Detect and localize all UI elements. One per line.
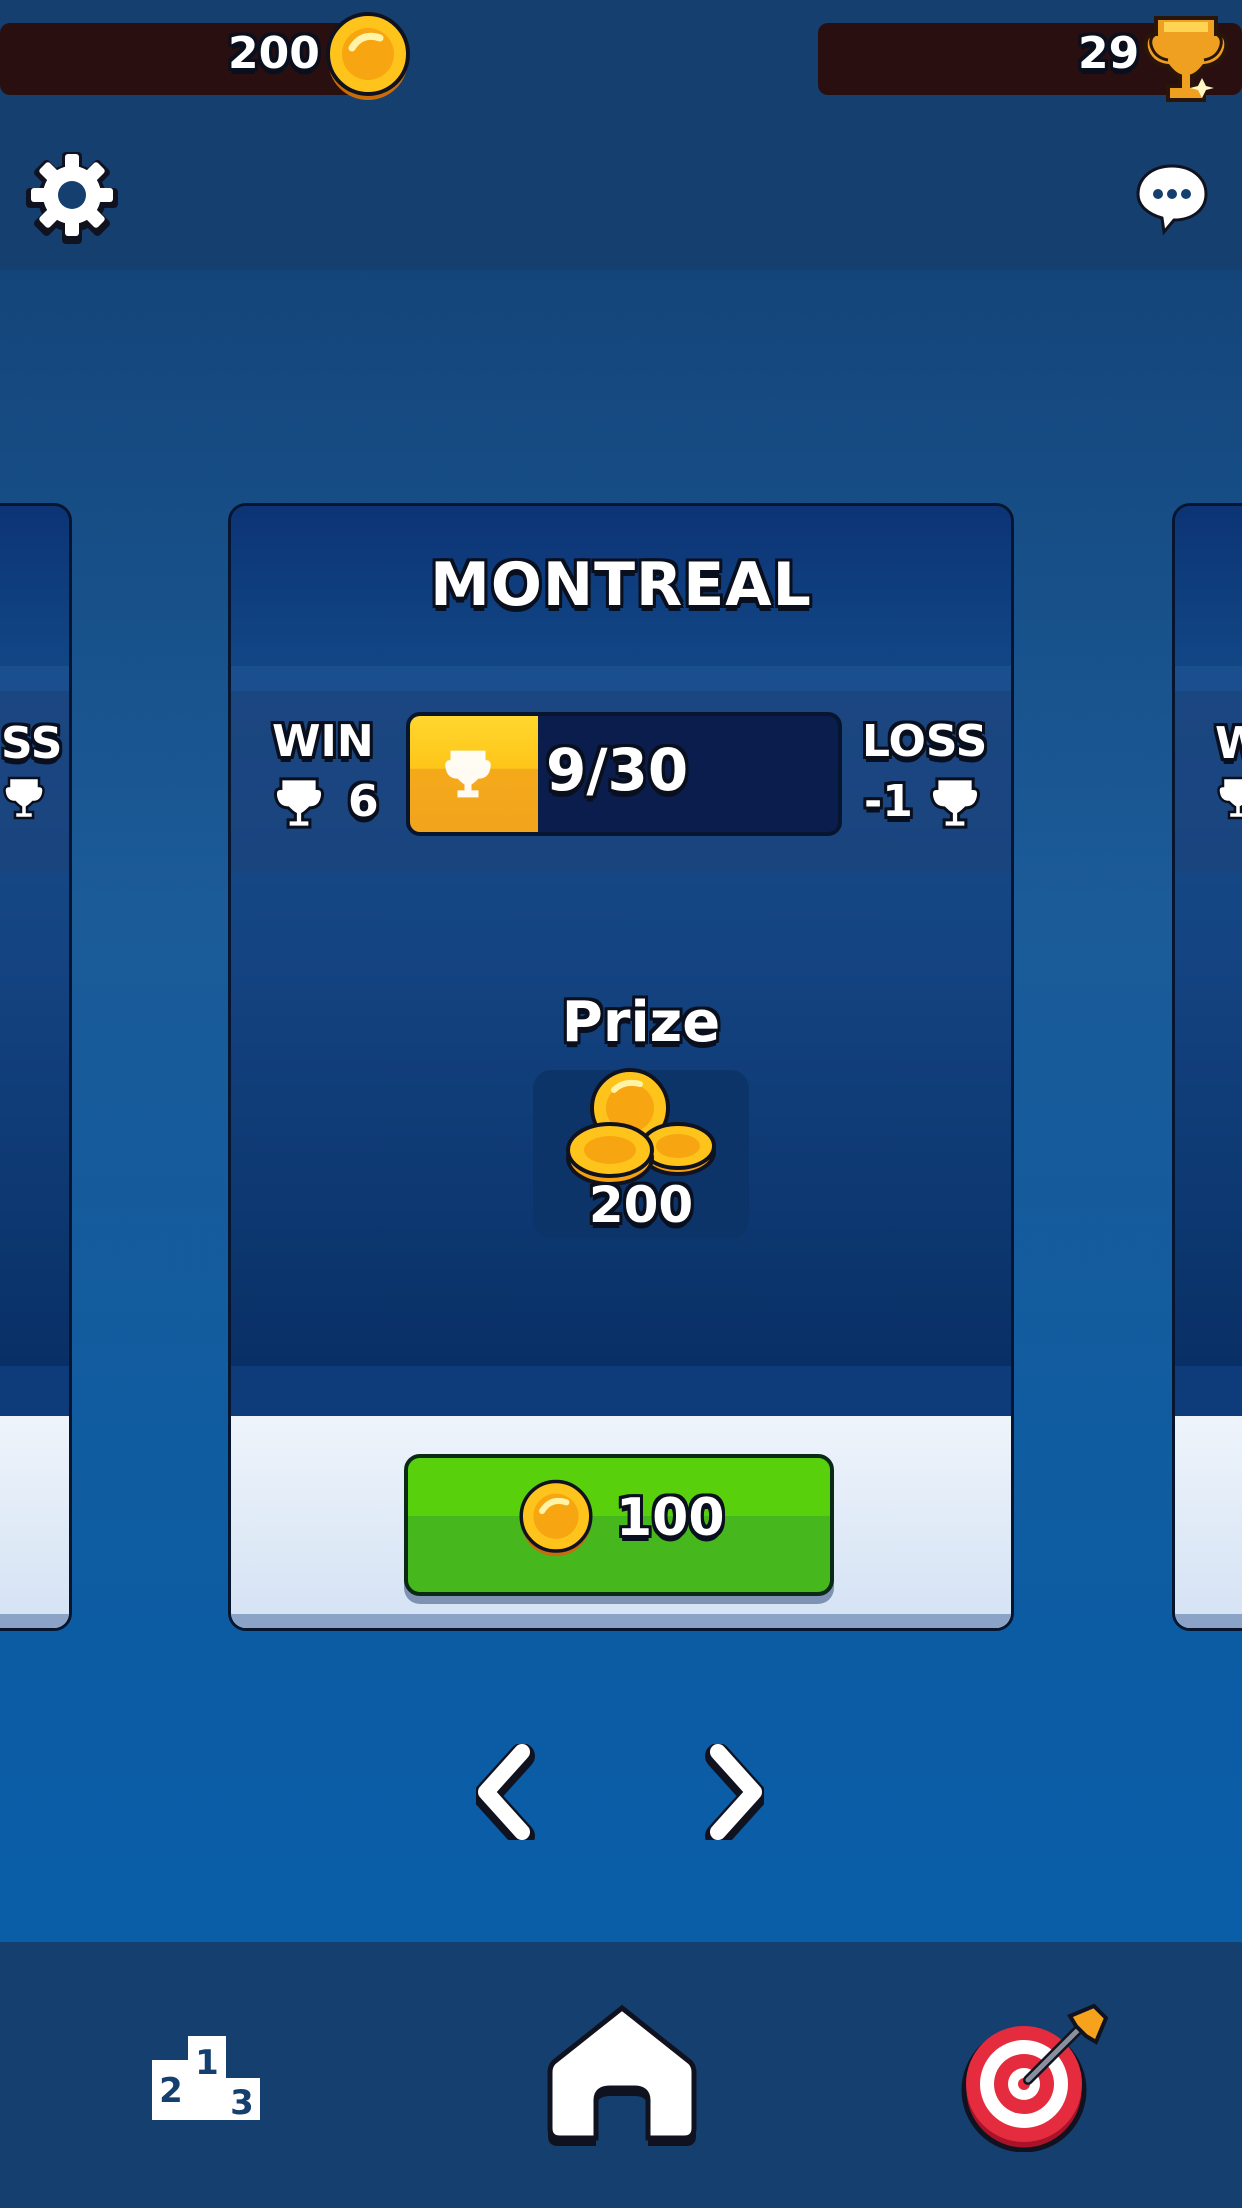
next-city-card[interactable]: W <box>1172 503 1242 1631</box>
win-label-partial: W <box>1215 718 1242 769</box>
coin-count: 200 <box>228 28 320 79</box>
trophy-icon <box>1143 16 1229 102</box>
previous-city-card[interactable]: SS <box>0 503 72 1631</box>
win-trophy-value: 6 <box>348 776 379 827</box>
prize-value: 200 <box>588 1176 694 1234</box>
entry-cost: 100 <box>616 1488 725 1548</box>
coin-icon <box>519 1479 593 1557</box>
svg-text:1: 1 <box>195 2043 219 2083</box>
podium-icon[interactable]: 1 2 3 <box>148 2030 264 2122</box>
trophy-icon <box>445 750 491 798</box>
trophy-icon <box>1217 776 1242 820</box>
trophy-icon <box>929 777 981 829</box>
svg-text:3: 3 <box>230 2083 254 2122</box>
loss-label-partial: SS <box>1 718 63 769</box>
loss-trophy-value: -1 <box>864 776 913 827</box>
svg-text:2: 2 <box>159 2071 183 2111</box>
trophy-icon <box>273 777 325 829</box>
coin-icon <box>326 12 410 100</box>
city-title: MONTREAL <box>430 550 812 620</box>
home-icon[interactable] <box>544 2000 700 2148</box>
chat-bubble-icon[interactable] <box>1134 160 1210 236</box>
trophy-count: 29 <box>1078 28 1140 79</box>
win-label: WIN <box>272 716 374 767</box>
progress-text: 9/30 <box>546 736 689 804</box>
prize-label: Prize <box>561 990 721 1055</box>
target-icon[interactable] <box>958 2000 1114 2152</box>
next-arrow-icon[interactable] <box>704 1744 764 1840</box>
gear-icon[interactable] <box>24 148 120 244</box>
loss-label: LOSS <box>862 716 988 767</box>
previous-arrow-icon[interactable] <box>476 1744 536 1840</box>
coin-pile-icon <box>566 1068 716 1186</box>
trophy-icon <box>3 776 45 820</box>
